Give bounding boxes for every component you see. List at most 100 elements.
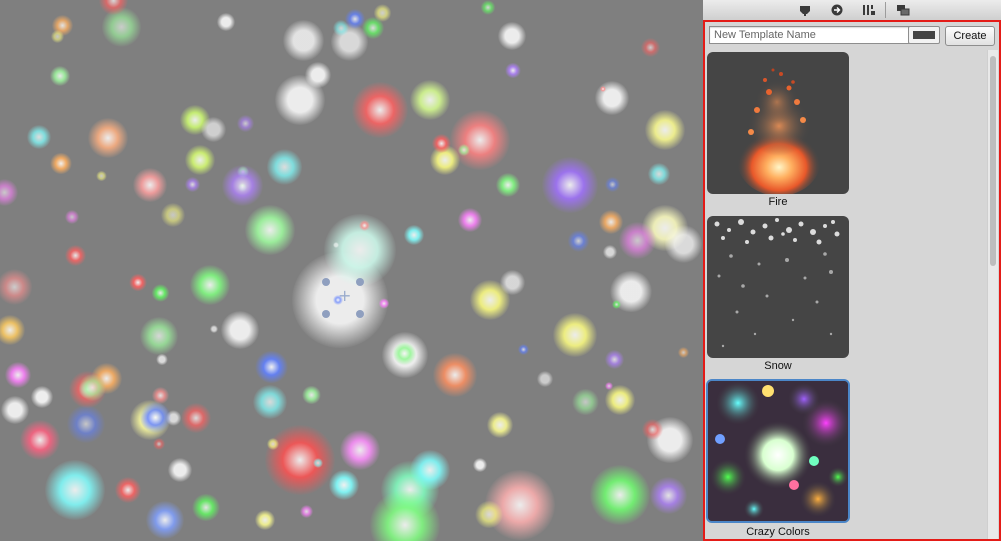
- template-color-swatch[interactable]: [908, 26, 940, 44]
- particle: [642, 418, 664, 440]
- particle: [641, 38, 661, 58]
- particle: [604, 382, 613, 391]
- particle: [152, 438, 165, 451]
- particle: [410, 80, 450, 120]
- template-label: Crazy Colors: [746, 526, 810, 538]
- crosshair-icon: +: [338, 286, 352, 305]
- template-list: Fire Snow Crazy Colors: [705, 50, 985, 539]
- particle: [266, 149, 303, 185]
- gizmo-handle[interactable]: [356, 278, 364, 286]
- particle: [45, 460, 105, 520]
- particle: [64, 245, 86, 267]
- particle: [20, 420, 60, 460]
- particle: [457, 144, 470, 157]
- particle: [65, 209, 80, 224]
- navigate-icon[interactable]: [823, 0, 851, 20]
- particle: [0, 315, 25, 345]
- particle: [209, 325, 218, 334]
- particle: [378, 298, 390, 309]
- particle: [605, 176, 621, 192]
- particle: [648, 162, 670, 185]
- crazy-colors-thumbnail: [706, 379, 850, 523]
- particle: [500, 269, 526, 295]
- snow-thumbnail: [707, 216, 849, 358]
- particle: [0, 269, 33, 306]
- particle: [192, 493, 220, 522]
- layout-icon[interactable]: [855, 0, 883, 20]
- particle: [599, 210, 624, 235]
- particle: [359, 220, 370, 231]
- particle: [221, 311, 259, 349]
- particle: [283, 19, 325, 61]
- fire-thumbnail: [707, 52, 849, 194]
- particle: [487, 412, 513, 438]
- particle: [619, 222, 657, 260]
- particle: [265, 425, 335, 495]
- particle-preview-viewport[interactable]: +: [0, 0, 703, 541]
- toolbar-divider: [885, 2, 886, 18]
- particle: [217, 13, 235, 31]
- gizmo-handle[interactable]: [322, 310, 330, 318]
- particle: [590, 465, 650, 525]
- particle: [168, 458, 192, 482]
- particle: [458, 208, 482, 232]
- particle: [572, 388, 599, 416]
- particle: [605, 350, 624, 369]
- particle: [361, 16, 385, 40]
- particle: [133, 168, 167, 202]
- particle: [602, 244, 618, 260]
- particle: [67, 405, 106, 444]
- particle: [151, 283, 170, 302]
- particle: [312, 458, 323, 469]
- particle: [645, 110, 685, 150]
- sidebar-toolbar: [703, 0, 1001, 21]
- particle: [537, 370, 554, 387]
- particle: [146, 501, 184, 539]
- particle: [50, 30, 64, 43]
- template-name-input[interactable]: [709, 26, 911, 44]
- particle: [0, 178, 19, 207]
- particle: [433, 353, 477, 397]
- particle: [190, 265, 230, 305]
- particle: [185, 145, 215, 175]
- gizmo-handle[interactable]: [322, 278, 330, 286]
- particle: [5, 362, 31, 388]
- particle: [410, 450, 450, 490]
- particle: [78, 373, 107, 401]
- particle: [255, 350, 288, 384]
- particle: [139, 401, 171, 433]
- create-template-button[interactable]: Create: [945, 26, 995, 46]
- scrollbar-thumb[interactable]: [990, 56, 996, 266]
- particle: [664, 225, 703, 263]
- transform-tool-icon[interactable]: [791, 0, 819, 20]
- particle: [340, 430, 380, 470]
- particle: [27, 125, 52, 150]
- particle: [30, 385, 54, 408]
- particle: [498, 22, 526, 50]
- particle: [542, 157, 598, 213]
- template-sidebar: Create: [703, 0, 1001, 541]
- particle: [677, 346, 690, 359]
- particle: [328, 469, 360, 501]
- particle: [352, 82, 408, 138]
- template-label: Snow: [764, 360, 792, 372]
- particle: [1, 396, 29, 424]
- particle: [300, 504, 313, 518]
- windows-icon[interactable]: [889, 0, 917, 20]
- gizmo-handle[interactable]: [356, 310, 364, 318]
- particle: [518, 343, 530, 355]
- particle: [115, 477, 141, 503]
- template-list-scrollbar[interactable]: [987, 50, 998, 539]
- particle: [302, 386, 321, 405]
- particle: [404, 225, 425, 245]
- particle: [88, 118, 128, 158]
- particle: [255, 510, 275, 530]
- color-swatch-fill: [913, 31, 935, 39]
- emitter-gizmo[interactable]: +: [318, 274, 370, 326]
- particle: [50, 152, 72, 175]
- particle: [237, 114, 254, 132]
- particle: [129, 273, 147, 291]
- template-label: Fire: [768, 196, 788, 208]
- particle: [185, 177, 200, 192]
- particle: [252, 384, 288, 419]
